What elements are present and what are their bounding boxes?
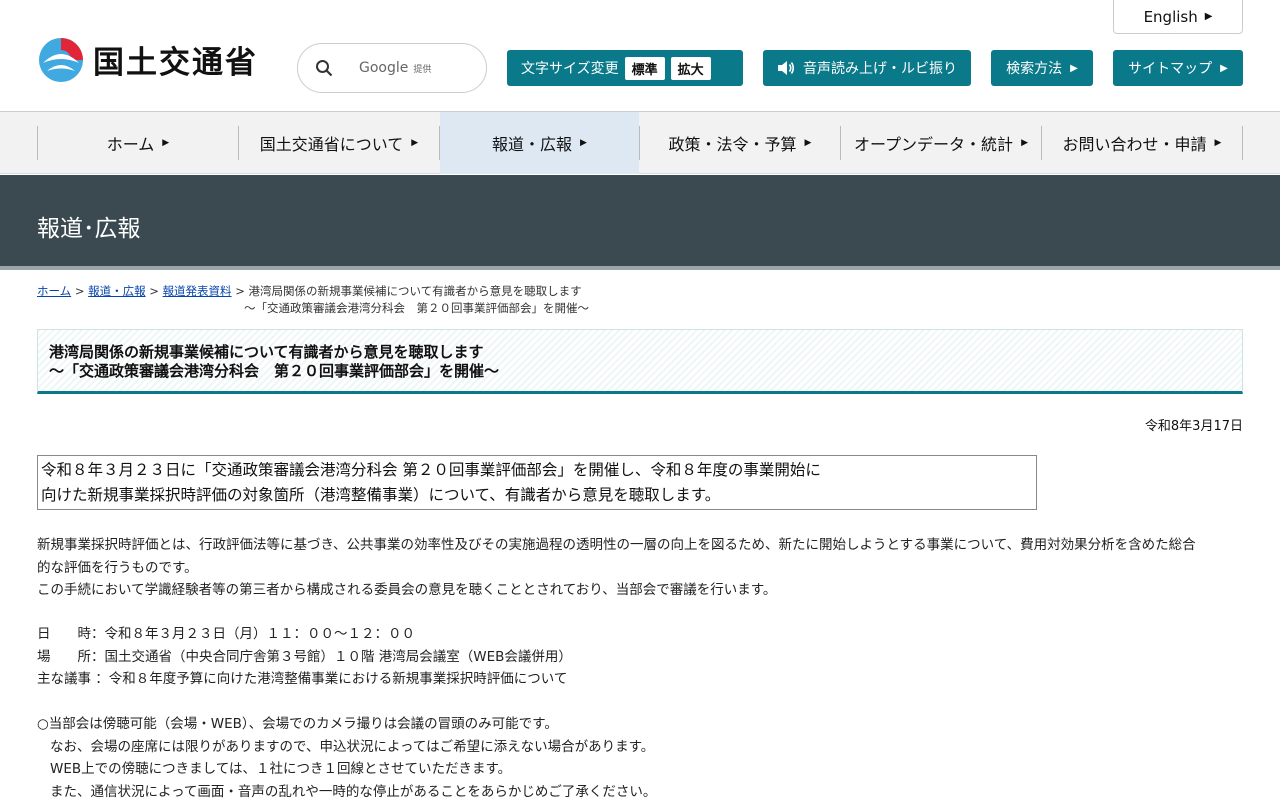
search-placeholder: Google 提供 [359, 60, 432, 76]
meeting-datetime: 日 時：令和８年３月２３日（月）１１：００～１２：００ [37, 626, 415, 642]
lead-summary: 令和８年３月２３日に「交通政策審議会港湾分科会 第２０回事業評価部会」を開催し、… [37, 455, 1037, 510]
logo-text: 国土交通省 [93, 44, 258, 81]
lead-line1: 令和８年３月２３日に「交通政策審議会港湾分科会 第２０回事業評価部会」を開催し、… [41, 461, 821, 479]
breadcrumb-separator: > [235, 284, 249, 298]
breadcrumb: ホーム > 報道・広報 > 報道発表資料 > 港湾局関係の新規事業候補について有… [37, 283, 737, 317]
lead-line2: 向けた新規事業採択時評価の対象箇所（港湾整備事業）について、有識者から意見を聴取… [41, 486, 721, 504]
note-line: なお、会場の座席には限りがありますので、申込状況によってはご希望に添えない場合が… [50, 738, 655, 755]
voice-label: 音声読み上げ・ルビ振り [803, 61, 957, 77]
nav-about[interactable]: 国土交通省について ▶ [239, 112, 439, 174]
triangle-right-icon: ▶ [1214, 138, 1222, 148]
english-label: English [1143, 7, 1198, 26]
page-title: 港湾局関係の新規事業候補について有識者から意見を聴取します ～「交通政策審議会港… [37, 329, 1243, 394]
description-paragraph: 新規事業採択時評価とは、行政評価法等に基づき、公共事業の効率性及びその実施過程の… [37, 534, 1243, 602]
sitemap-label: サイトマップ [1128, 61, 1213, 77]
triangle-right-icon: ▶ [580, 138, 587, 148]
meeting-details: 日 時：令和８年３月２３日（月）１１：００～１２：００ 場 所：国土交通省（中央… [37, 623, 1243, 691]
global-nav: ホーム ▶ 国土交通省について ▶ 報道・広報 ▶ 政策・法令・予算 ▶ オープンデータ… [0, 112, 1280, 174]
nav-press[interactable]: 報道・広報 ▶ [440, 112, 639, 174]
speaker-icon [778, 61, 795, 75]
breadcrumb-current-continued: ～「交通政策審議会港湾分科会 第２０回事業評価部会」を開催～ [244, 301, 589, 315]
font-size-label: 文字サイズ変更 [521, 61, 619, 77]
note-line: WEB上での傍聴につきましては、１社につき１回線とさせていただきます。 [50, 761, 512, 777]
voice-ruby-button[interactable]: 音声読み上げ・ルビ振り [763, 50, 971, 86]
search-input[interactable]: Google 提供 [297, 43, 487, 93]
meeting-agenda: 主な議事 ：令和８年度予算に向けた港湾整備事業における新規事業採択時評価について [37, 671, 568, 687]
page-title-line2: ～「交通政策審議会港湾分科会 第２０回事業評価部会」を開催～ [49, 362, 500, 380]
triangle-right-icon: ▶ [1204, 11, 1213, 22]
english-button[interactable]: English ▶ [1113, 0, 1243, 34]
triangle-right-icon: ▶ [1070, 62, 1078, 74]
search-icon [316, 60, 333, 77]
nav-policy[interactable]: 政策・法令・予算 ▶ [640, 112, 840, 174]
site-header: 国土交通省 English ▶ Google 提供 文字サイズ変更 標準 拡大 音… [0, 0, 1280, 112]
section-band: 報道･広報 [0, 175, 1280, 270]
triangle-right-icon: ▶ [1220, 62, 1228, 74]
breadcrumb-separator: > [74, 284, 89, 298]
breadcrumb-current: 港湾局関係の新規事業候補について有識者から意見を聴取します [248, 284, 582, 298]
triangle-right-icon: ▶ [162, 138, 170, 148]
breadcrumb-home-link[interactable]: ホーム [37, 284, 71, 298]
nav-opendata[interactable]: オープンデータ・統計 ▶ [841, 112, 1041, 174]
release-date: 令和8年3月17日 [1144, 419, 1243, 434]
font-size-large-button[interactable]: 拡大 [670, 56, 711, 80]
triangle-right-icon: ▶ [411, 138, 419, 148]
description-line: 的な評価を行うものです。 [37, 559, 198, 576]
search-howto-button[interactable]: 検索方法 ▶ [991, 50, 1093, 86]
font-size-control: 文字サイズ変更 標準 拡大 [507, 50, 743, 86]
section-title: 報道･広報 [37, 216, 141, 242]
mlit-logo-icon [39, 38, 83, 82]
breadcrumb-press-link[interactable]: 報道・広報 [88, 284, 146, 298]
sitemap-button[interactable]: サイトマップ ▶ [1113, 50, 1243, 86]
note-line: また、通信状況によって画面・音声の乱れや一時的な停止があることをあらかじめご了承… [50, 783, 657, 800]
howto-label: 検索方法 [1006, 61, 1063, 77]
note-line: ○当部会は傍聴可能（会場・WEB）、会場でのカメラ撮りは会議の冒頭のみ可能です。 [37, 716, 558, 732]
triangle-right-icon: ▶ [1021, 138, 1028, 148]
font-size-standard-button[interactable]: 標準 [624, 56, 665, 80]
nav-home[interactable]: ホーム ▶ [38, 112, 238, 174]
observation-notes: ○当部会は傍聴可能（会場・WEB）、会場でのカメラ撮りは会議の冒頭のみ可能です。… [37, 713, 1243, 800]
triangle-right-icon: ▶ [804, 138, 812, 148]
nav-divider [1242, 126, 1243, 160]
nav-contact[interactable]: お問い合わせ・申請 ▶ [1042, 112, 1242, 174]
page-title-line1: 港湾局関係の新規事業候補について有識者から意見を聴取します [49, 343, 484, 361]
site-logo[interactable]: 国土交通省 [37, 33, 258, 85]
description-line: 新規事業採択時評価とは、行政評価法等に基づき、公共事業の効率性及びその実施過程の… [37, 537, 1196, 553]
breadcrumb-releases-link[interactable]: 報道発表資料 [163, 284, 232, 298]
meeting-place: 場 所：国土交通省（中央合同庁舎第３号館）１０階 港湾局会議室（WEB会議併用） [37, 648, 572, 665]
description-line: この手続において学識経験者等の第三者から構成される委員会の意見を聴くこととされて… [37, 582, 777, 598]
breadcrumb-separator: > [149, 284, 163, 298]
